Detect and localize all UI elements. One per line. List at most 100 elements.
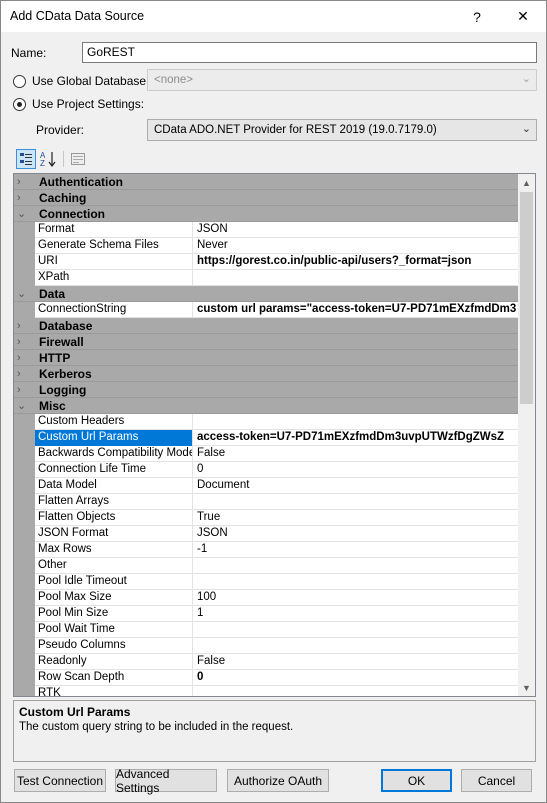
property-value[interactable]	[194, 270, 520, 286]
property-name[interactable]: Custom Url Params	[35, 430, 193, 446]
chevron-right-icon[interactable]: ›	[17, 190, 31, 206]
property-value[interactable]: True	[194, 510, 520, 526]
property-row[interactable]: Max Rows -1	[14, 542, 520, 558]
ok-button[interactable]: OK	[381, 769, 452, 792]
property-name[interactable]: Connection Life Time	[35, 462, 193, 478]
chevron-down-icon[interactable]: ⌄	[17, 206, 31, 222]
global-database-radio[interactable]	[13, 75, 26, 88]
property-value[interactable]: access-token=U7-PD71mEXzfmdDm3uvpUTWzfDg…	[194, 430, 520, 446]
scroll-thumb[interactable]	[520, 192, 533, 404]
property-name[interactable]: XPath	[35, 270, 193, 286]
scroll-down-arrow[interactable]: ▼	[518, 679, 535, 696]
property-row[interactable]: Readonly False	[14, 654, 520, 670]
property-value[interactable]: -1	[194, 542, 520, 558]
close-button[interactable]: ✕	[501, 1, 545, 32]
category-row[interactable]: › Firewall	[14, 334, 520, 350]
property-name[interactable]: Flatten Arrays	[35, 494, 193, 510]
property-row[interactable]: Generate Schema Files Never	[14, 238, 520, 254]
property-value[interactable]: JSON	[194, 526, 520, 542]
property-grid[interactable]: › Authentication › Caching ⌄ Connection Format…	[13, 173, 536, 697]
property-value[interactable]	[194, 558, 520, 574]
category-row[interactable]: › Kerberos	[14, 366, 520, 382]
property-row[interactable]: JSON Format JSON	[14, 526, 520, 542]
category-row[interactable]: › Database	[14, 318, 520, 334]
name-field[interactable]: GoREST	[82, 42, 537, 63]
property-value[interactable]	[194, 414, 520, 430]
vertical-scrollbar[interactable]: ▲ ▼	[518, 174, 535, 696]
property-value[interactable]: Document	[194, 478, 520, 494]
property-row[interactable]: Row Scan Depth 0	[14, 670, 520, 686]
property-row[interactable]: Backwards Compatibility Mode False	[14, 446, 520, 462]
property-row[interactable]: Connection Life Time 0	[14, 462, 520, 478]
property-row[interactable]: Pool Max Size 100	[14, 590, 520, 606]
authorize-oauth-button[interactable]: Authorize OAuth	[227, 769, 329, 792]
global-database-select[interactable]: <none> ⌄	[147, 69, 537, 91]
property-row[interactable]: Pseudo Columns	[14, 638, 520, 654]
property-name[interactable]: Backwards Compatibility Mode	[35, 446, 193, 462]
provider-select[interactable]: CData ADO.NET Provider for REST 2019 (19…	[147, 119, 537, 141]
property-value[interactable]: False	[194, 446, 520, 462]
category-row[interactable]: › Authentication	[14, 174, 520, 190]
property-name[interactable]: Max Rows	[35, 542, 193, 558]
property-name[interactable]: Generate Schema Files	[35, 238, 193, 254]
property-name[interactable]: URI	[35, 254, 193, 270]
property-row[interactable]: RTK	[14, 686, 520, 696]
property-row[interactable]: ConnectionString custom url params="acces…	[14, 302, 520, 318]
property-value[interactable]: 100	[194, 590, 520, 606]
property-name[interactable]: Pool Min Size	[35, 606, 193, 622]
property-row[interactable]: Pool Idle Timeout	[14, 574, 520, 590]
property-value[interactable]: 0	[194, 462, 520, 478]
category-row[interactable]: › HTTP	[14, 350, 520, 366]
property-value[interactable]: False	[194, 654, 520, 670]
property-name[interactable]: Data Model	[35, 478, 193, 494]
chevron-down-icon[interactable]: ⌄	[17, 398, 31, 414]
property-name[interactable]: RTK	[35, 686, 193, 696]
property-name[interactable]: ConnectionString	[35, 302, 193, 318]
chevron-right-icon[interactable]: ›	[17, 382, 31, 398]
property-name[interactable]: Flatten Objects	[35, 510, 193, 526]
property-value[interactable]	[194, 686, 520, 696]
chevron-right-icon[interactable]: ›	[17, 174, 31, 190]
property-row[interactable]: XPath	[14, 270, 520, 286]
category-row[interactable]: › Caching	[14, 190, 520, 206]
category-row[interactable]: › Logging	[14, 382, 520, 398]
property-value[interactable]: Never	[194, 238, 520, 254]
property-value[interactable]: custom url params="access-token=U7-PD71m…	[194, 302, 520, 318]
property-name[interactable]: Pool Max Size	[35, 590, 193, 606]
project-settings-radio[interactable]	[13, 98, 26, 111]
chevron-down-icon[interactable]: ⌄	[17, 286, 31, 302]
property-name[interactable]: Readonly	[35, 654, 193, 670]
property-pages-button[interactable]	[68, 149, 88, 169]
property-row[interactable]: Pool Min Size 1	[14, 606, 520, 622]
property-value[interactable]: https://gorest.co.in/public-api/users?_f…	[194, 254, 520, 270]
property-value[interactable]	[194, 574, 520, 590]
property-value[interactable]: 1	[194, 606, 520, 622]
property-name[interactable]: Pool Wait Time	[35, 622, 193, 638]
property-row[interactable]: Flatten Objects True	[14, 510, 520, 526]
cancel-button[interactable]: Cancel	[461, 769, 532, 792]
property-row[interactable]: Format JSON	[14, 222, 520, 238]
chevron-right-icon[interactable]: ›	[17, 366, 31, 382]
property-value[interactable]: 0	[194, 670, 520, 686]
help-button[interactable]: ?	[455, 1, 499, 32]
property-name[interactable]: Other	[35, 558, 193, 574]
category-row[interactable]: ⌄ Data	[14, 286, 520, 302]
chevron-right-icon[interactable]: ›	[17, 334, 31, 350]
property-row[interactable]: Flatten Arrays	[14, 494, 520, 510]
chevron-right-icon[interactable]: ›	[17, 318, 31, 334]
property-name[interactable]: Custom Headers	[35, 414, 193, 430]
property-name[interactable]: Pseudo Columns	[35, 638, 193, 654]
property-name[interactable]: Pool Idle Timeout	[35, 574, 193, 590]
property-value[interactable]: JSON	[194, 222, 520, 238]
advanced-settings-button[interactable]: Advanced Settings	[115, 767, 217, 795]
property-row[interactable]: Custom Url Params access-token=U7-PD71mEX…	[14, 430, 520, 446]
category-row[interactable]: ⌄ Misc	[14, 398, 520, 414]
chevron-right-icon[interactable]: ›	[17, 350, 31, 366]
property-value[interactable]	[194, 638, 520, 654]
alphabetical-button[interactable]: A Z	[39, 149, 59, 169]
property-name[interactable]: JSON Format	[35, 526, 193, 542]
property-value[interactable]	[194, 622, 520, 638]
property-row[interactable]: Pool Wait Time	[14, 622, 520, 638]
category-row[interactable]: ⌄ Connection	[14, 206, 520, 222]
property-row[interactable]: URI https://gorest.co.in/public-api/users…	[14, 254, 520, 270]
